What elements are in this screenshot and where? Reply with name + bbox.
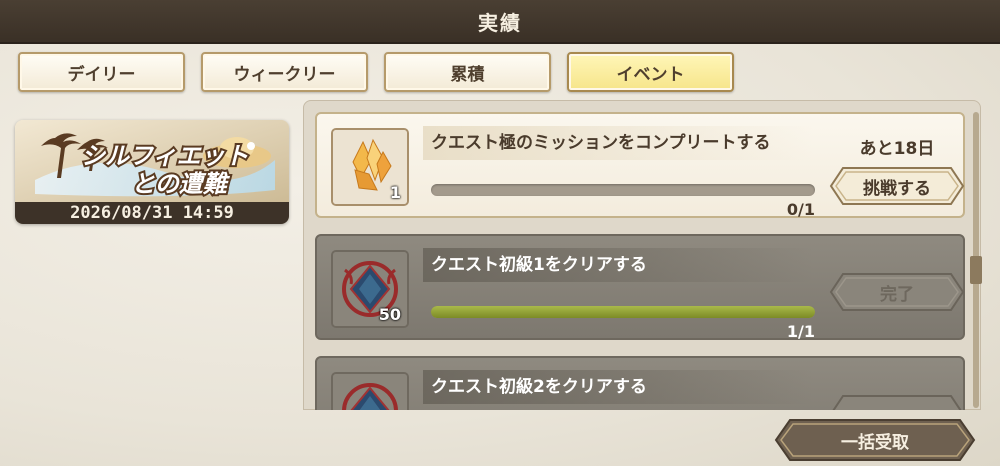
progress-fill	[431, 306, 815, 318]
progress-bar	[431, 184, 815, 196]
challenge-button-label: 挑戦する	[863, 178, 931, 199]
time-remaining: あと18日	[859, 139, 935, 159]
category-tabs: デイリー ウィークリー 累積 イベント	[18, 52, 734, 92]
reward-icon: 50	[331, 250, 409, 328]
page-title: 実績	[478, 10, 522, 35]
receive-all-button[interactable]: 一括受取	[774, 418, 976, 462]
emblem-icon	[333, 374, 407, 410]
reward-icon: 1	[331, 128, 409, 206]
mission-item: 50 クエスト初級1をクリアする 1/1 完了	[315, 234, 965, 340]
progress-bar	[431, 306, 815, 318]
completed-button	[829, 394, 965, 410]
svg-text:シルフィエット: シルフィエット	[81, 142, 249, 170]
button-frame	[832, 395, 962, 410]
challenge-button[interactable]: 挑戦する	[829, 166, 965, 206]
event-end-date: 2026/08/31 14:59	[15, 202, 289, 224]
tab-weekly[interactable]: ウィークリー	[201, 52, 368, 92]
title-bar: 実績	[0, 0, 1000, 44]
mission-title: クエスト極のミッションをコンプリートする	[423, 126, 813, 160]
reward-icon	[331, 372, 409, 410]
reward-count: 1	[389, 183, 401, 202]
svg-text:との遭難: との遭難	[131, 170, 231, 198]
mission-list: 1 クエスト極のミッションをコンプリートする 0/1 あと18日 挑戦する 50	[303, 100, 981, 410]
scrollbar-thumb[interactable]	[970, 256, 982, 284]
progress-text: 1/1	[786, 322, 815, 341]
tab-daily[interactable]: デイリー	[18, 52, 185, 92]
tab-event[interactable]: イベント	[567, 52, 734, 92]
receive-all-label: 一括受取	[841, 432, 909, 453]
completed-button: 完了	[829, 272, 965, 312]
completed-button-label: 完了	[880, 284, 914, 305]
mission-item: 1 クエスト極のミッションをコンプリートする 0/1 あと18日 挑戦する	[315, 112, 965, 218]
mission-title: クエスト初級2をクリアする	[423, 370, 813, 404]
event-logo: シルフィエット との遭難	[15, 120, 289, 202]
mission-item: クエスト初級2をクリアする	[315, 356, 965, 410]
mission-title: クエスト初級1をクリアする	[423, 248, 813, 282]
progress-text: 0/1	[786, 200, 815, 219]
reward-count: 50	[378, 305, 401, 324]
tab-cumulative[interactable]: 累積	[384, 52, 551, 92]
event-banner: シルフィエット との遭難 2026/08/31 14:59	[15, 120, 289, 224]
